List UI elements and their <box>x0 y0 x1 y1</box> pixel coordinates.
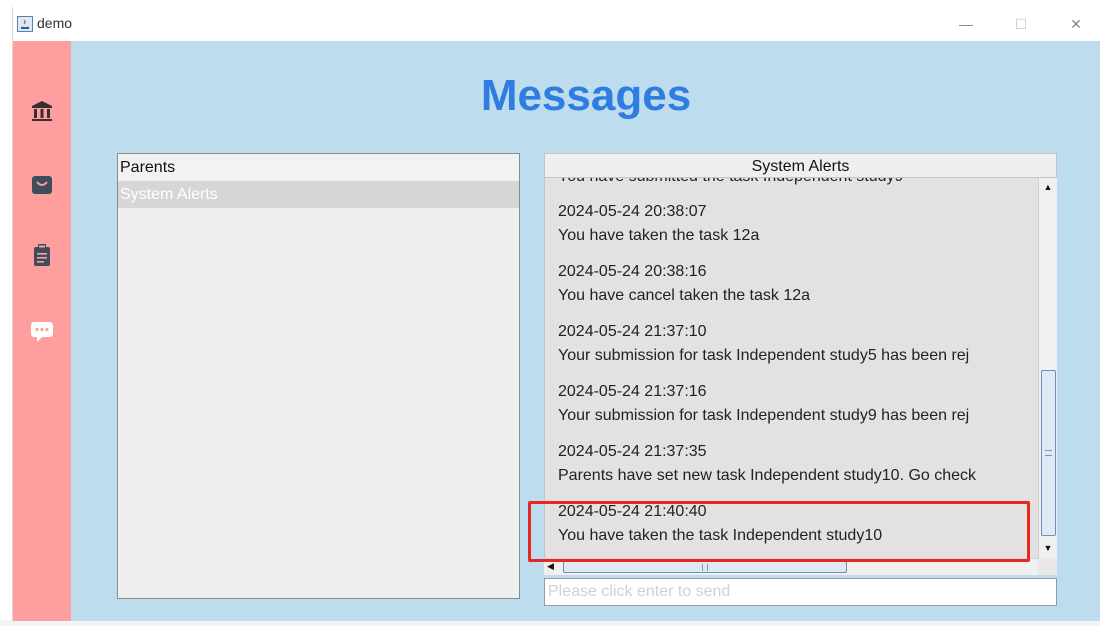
annotation-highlight-box <box>528 501 1030 562</box>
vertical-scrollbar[interactable]: ▲ ▼ <box>1038 178 1057 558</box>
message-item: 2024-05-24 21:37:10 Your submission for … <box>558 320 1038 368</box>
message-item: 2024-05-24 20:38:16 You have cancel take… <box>558 260 1038 308</box>
contact-item-system-alerts[interactable]: System Alerts <box>118 181 519 208</box>
message-text: Parents have set new task Independent st… <box>558 467 977 484</box>
scroll-grip-icon <box>702 564 708 571</box>
scroll-corner <box>1038 558 1057 575</box>
contact-list-header[interactable]: Parents <box>118 154 519 181</box>
title-bar[interactable]: demo — ☐ ✕ <box>13 7 1100 41</box>
scroll-down-arrow-icon[interactable]: ▼ <box>1042 542 1054 554</box>
message-timestamp: 2024-05-24 21:37:16 <box>558 383 707 400</box>
message-item: 2024-05-24 21:37:35 Parents have set new… <box>558 440 1038 488</box>
window-title: demo <box>37 15 73 31</box>
vertical-scroll-track[interactable] <box>1041 194 1056 542</box>
clipboard-icon[interactable] <box>30 243 54 267</box>
scroll-left-arrow-icon[interactable]: ◀ <box>547 561 554 572</box>
scroll-up-arrow-icon[interactable]: ▲ <box>1042 181 1054 193</box>
message-text: Your submission for task Independent stu… <box>558 347 970 364</box>
minimize-button[interactable]: — <box>943 7 989 41</box>
chat-header: System Alerts <box>544 153 1057 178</box>
message-timestamp: 2024-05-24 21:37:10 <box>558 323 707 340</box>
close-button[interactable]: ✕ <box>1053 7 1099 41</box>
maximize-button[interactable]: ☐ <box>998 7 1044 41</box>
horizontal-scroll-thumb[interactable] <box>563 561 847 573</box>
message-text: Your submission for task Independent stu… <box>558 407 970 424</box>
message-item: 2024-05-24 21:37:16 Your submission for … <box>558 380 1038 428</box>
bank-icon[interactable] <box>30 99 54 123</box>
chat-bubble-icon[interactable] <box>30 319 54 343</box>
vertical-scroll-thumb[interactable] <box>1041 370 1056 536</box>
message-timestamp: 2024-05-24 20:38:07 <box>558 203 707 220</box>
contact-list: Parents System Alerts <box>117 153 520 599</box>
message-text: You have cancel taken the task 12a <box>558 287 811 304</box>
java-app-icon <box>17 16 33 32</box>
page-title: Messages <box>480 71 692 120</box>
scroll-grip-icon <box>1045 450 1052 456</box>
bag-icon[interactable] <box>30 173 54 197</box>
message-item: 2024-05-24 20:38:07 You have taken the t… <box>558 200 1038 248</box>
message-text-partial: You have submitted the task Independent … <box>558 178 903 186</box>
sidebar <box>13 41 71 621</box>
message-input[interactable] <box>544 578 1057 606</box>
message-timestamp: 2024-05-24 21:37:35 <box>558 443 707 460</box>
message-timestamp: 2024-05-24 20:38:16 <box>558 263 707 280</box>
message-text: You have taken the task 12a <box>558 227 760 244</box>
